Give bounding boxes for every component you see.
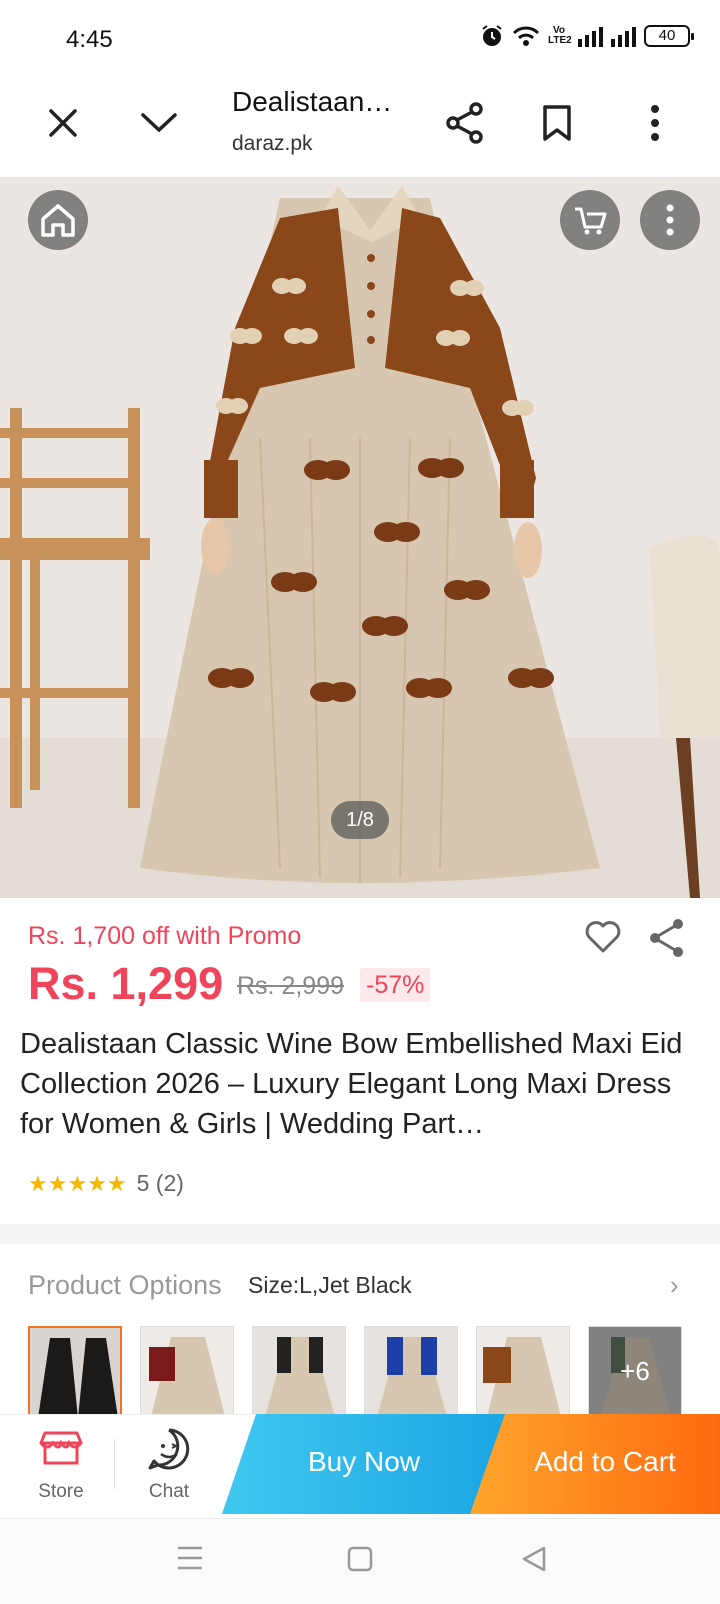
more-vertical-icon (651, 105, 659, 141)
product-options-label: Product Options (28, 1270, 222, 1300)
buy-now-label: Buy Now (307, 1446, 421, 1477)
more-variants-count: +6 (589, 1327, 681, 1415)
heart-icon (585, 921, 621, 953)
custom-tab-toolbar: Dealistaan… daraz.pk (0, 78, 720, 178)
share-button[interactable] (438, 96, 492, 150)
signal-icon (578, 25, 603, 47)
variant-thumb-1[interactable] (28, 1326, 122, 1416)
product-share-button[interactable] (648, 918, 688, 960)
discount-badge: -57% (360, 968, 431, 1002)
signal-icon-2 (611, 25, 636, 47)
variant-image (365, 1327, 457, 1415)
status-icons: Vo LTE2 40 (480, 24, 694, 48)
variant-thumb-3[interactable] (252, 1326, 346, 1416)
recents-button[interactable] (176, 1545, 206, 1575)
store-icon (39, 1431, 83, 1465)
share-icon (650, 919, 683, 957)
minimize-button[interactable] (132, 98, 186, 148)
add-to-cart-label: Add to Cart (534, 1446, 676, 1477)
page-url: daraz.pk (232, 132, 313, 155)
overflow-menu-button[interactable] (628, 96, 682, 150)
bookmark-button[interactable] (530, 96, 584, 150)
store-label: Store (38, 1481, 84, 1502)
status-time: 4:45 (66, 26, 113, 53)
rating-text: 5 (2) (136, 1170, 184, 1196)
back-triangle-icon (522, 1546, 546, 1572)
section-divider (0, 1224, 720, 1244)
variant-thumb-more[interactable]: +6 (588, 1326, 682, 1416)
selected-option[interactable]: Size:L,Jet Black (248, 1272, 412, 1299)
promo-text: Rs. 1,700 off with Promo (28, 922, 302, 950)
variant-image (141, 1327, 233, 1415)
chevron-right-icon[interactable]: › (670, 1270, 679, 1301)
variant-image (253, 1327, 345, 1415)
current-price: Rs. 1,299 (28, 958, 224, 1009)
product-photo (0, 178, 720, 898)
star-rating-icon: ★★★★★ (28, 1170, 127, 1196)
share-icon (446, 102, 483, 144)
system-nav-bar (0, 1518, 720, 1604)
product-rating[interactable]: ★★★★★ 5 (2) (28, 1170, 184, 1197)
image-counter: 1/8 (331, 801, 389, 839)
buy-now-button[interactable]: Buy Now (222, 1414, 506, 1514)
battery-icon: 40 (644, 25, 694, 47)
chat-button[interactable]: Chat (124, 1425, 214, 1509)
variant-image (30, 1328, 120, 1414)
action-separator (114, 1439, 115, 1489)
variant-thumb-2[interactable] (140, 1326, 234, 1416)
menu-icon (178, 1546, 202, 1570)
more-vertical-icon (666, 204, 674, 236)
alarm-icon (482, 25, 502, 46)
home-icon (41, 204, 75, 237)
cart-icon (575, 207, 607, 235)
status-bar: 4:45 Vo LTE2 40 (0, 0, 720, 78)
variant-thumb-5[interactable] (476, 1326, 570, 1416)
chat-icon (148, 1428, 190, 1470)
add-to-cart-button[interactable]: Add to Cart (470, 1414, 720, 1514)
variant-thumbnails: +6 (28, 1326, 682, 1416)
wifi-icon (512, 26, 540, 46)
wishlist-button[interactable] (584, 920, 628, 960)
store-button[interactable]: Store (16, 1425, 106, 1509)
close-button[interactable] (38, 98, 88, 148)
product-image[interactable] (0, 178, 720, 898)
page-title: Dealistaan… (232, 86, 393, 117)
square-icon (347, 1546, 373, 1572)
cart-button[interactable] (560, 190, 620, 250)
original-price: Rs. 2,999 (237, 972, 345, 1000)
product-title: Dealistaan Classic Wine Bow Embellished … (20, 1028, 683, 1140)
variant-image (477, 1327, 569, 1415)
back-nav-button[interactable] (520, 1545, 550, 1575)
variant-thumb-4[interactable] (364, 1326, 458, 1416)
home-button[interactable] (28, 190, 88, 250)
bookmark-icon (543, 105, 571, 141)
chat-label: Chat (148, 1481, 190, 1502)
volte-label: Vo LTE2 (548, 25, 572, 46)
home-nav-button[interactable] (346, 1545, 376, 1575)
image-more-button[interactable] (640, 190, 700, 250)
chevron-down-icon (141, 113, 177, 133)
close-icon (49, 109, 77, 137)
